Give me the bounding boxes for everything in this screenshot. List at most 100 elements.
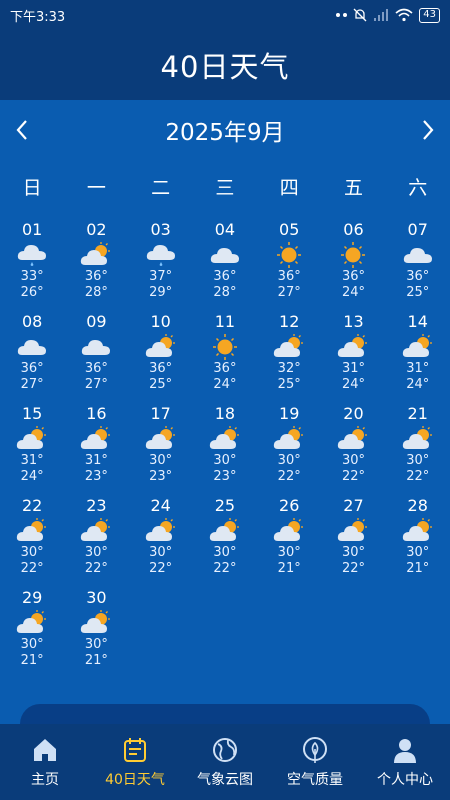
status-bar: 下午3:33 43 [0,0,450,30]
high-temp: 36° [277,269,301,284]
tab-profile[interactable]: 个人中心 [360,724,450,800]
partly-cloudy-icon [273,333,305,361]
chevron-left-icon [16,120,27,140]
day-cell[interactable]: 02 36° 28° [64,220,128,312]
user-icon [394,739,416,763]
high-temp: 32° [277,361,301,376]
day-cell[interactable]: 05 36° 27° [257,220,321,312]
day-number: 30 [86,588,107,607]
partly-cloudy-icon [80,609,112,637]
cloud-icon [80,333,112,361]
cloud-rain-icon [145,241,177,269]
weekday-label: 三 [215,177,235,199]
low-temp: 24° [20,469,44,484]
day-number: 01 [21,220,43,239]
tab-home[interactable]: 主页 [0,724,90,800]
tab-label: 空气质量 [287,772,343,788]
day-number: 23 [86,496,107,515]
day-cell[interactable]: 09 36° 27° [64,312,128,404]
low-temp: 22° [277,469,301,484]
day-number: 02 [86,220,107,239]
day-cell[interactable]: 23 30° 22° [64,496,128,588]
day-cell[interactable]: 26 30° 21° [257,496,321,588]
day-cell[interactable]: 20 30° 22° [321,404,385,496]
sun-icon [273,241,305,269]
weekday-label: 一 [86,177,106,199]
day-cell[interactable]: 07 36° 25° [386,220,450,312]
day-number: 09 [86,312,107,331]
calendar-icon [124,738,146,762]
prev-month-button[interactable] [12,115,32,145]
day-cell[interactable]: 22 30° 22° [0,496,64,588]
high-temp: 30° [84,637,108,652]
tab-label: 主页 [31,772,59,788]
day-cell[interactable]: 04 36° 28° [193,220,257,312]
day-cell[interactable]: 11 36° 24° [193,312,257,404]
high-temp: 36° [149,361,173,376]
day-cell[interactable]: 29 30° 21° [0,588,64,680]
day-cell[interactable]: 28 30° 21° [386,496,450,588]
partly-cloudy-icon [16,425,48,453]
low-temp: 22° [406,469,430,484]
tab-air-quality[interactable]: 空气质量 [270,724,360,800]
day-number: 14 [407,312,428,331]
day-cell[interactable]: 10 36° 25° [129,312,193,404]
tab-satellite-cloud[interactable]: 气象云图 [180,724,270,800]
day-cell[interactable]: 18 30° 23° [193,404,257,496]
day-cell[interactable]: 15 31° 24° [0,404,64,496]
cloud-rain-icon [16,241,48,269]
day-cell[interactable]: 24 30° 22° [129,496,193,588]
day-cell[interactable]: 12 32° 25° [257,312,321,404]
day-number: 17 [150,404,171,423]
day-number: 27 [343,496,364,515]
high-temp: 31° [20,453,44,468]
high-temp: 33° [20,269,44,284]
cloud-icon [209,241,241,269]
partly-cloudy-icon [273,425,305,453]
tab-40-day-weather[interactable]: 40日天气 [90,724,180,800]
day-cell[interactable]: 03 37° 29° [129,220,193,312]
day-number: 05 [279,220,300,239]
sun-icon [209,333,241,361]
day-number: 18 [214,404,236,423]
day-number: 08 [21,312,43,331]
day-cell[interactable]: 17 30° 23° [129,404,193,496]
day-cell[interactable]: 21 30° 22° [386,404,450,496]
low-temp: 22° [20,561,44,576]
day-cell[interactable]: 08 36° 27° [0,312,64,404]
tab-label: 气象云图 [197,772,253,788]
high-temp: 30° [341,453,365,468]
high-temp: 30° [406,545,430,560]
month-navigation: 2025年9月 [0,100,450,160]
high-temp: 31° [84,453,108,468]
mute-bell-icon [353,8,367,22]
chevron-right-icon [423,120,434,140]
day-number: 04 [214,220,236,239]
day-cell[interactable]: 06 36° 24° [321,220,385,312]
high-temp: 30° [20,637,44,652]
day-cell[interactable]: 27 30° 22° [321,496,385,588]
day-number: 13 [343,312,364,331]
weekday-label: 二 [151,177,171,199]
wifi-icon [395,8,413,22]
low-temp: 21° [277,561,301,576]
day-cell[interactable]: 30 30° 21° [64,588,128,680]
weekday-label: 五 [343,177,363,199]
weekday-label: 日 [22,177,42,199]
partly-cloudy-icon [145,425,177,453]
next-month-button[interactable] [418,115,438,145]
day-cell[interactable]: 16 31° 23° [64,404,128,496]
day-cell[interactable]: 14 31° 24° [386,312,450,404]
day-number: 07 [407,220,428,239]
low-temp: 21° [406,561,430,576]
partly-cloudy-icon [209,517,241,545]
low-temp: 24° [341,377,365,392]
day-number: 03 [150,220,171,239]
day-number: 20 [343,404,364,423]
high-temp: 36° [84,269,108,284]
day-cell[interactable]: 19 30° 22° [257,404,321,496]
day-number: 19 [279,404,300,423]
day-cell[interactable]: 13 31° 24° [321,312,385,404]
day-cell[interactable]: 01 33° 26° [0,220,64,312]
day-cell[interactable]: 25 30° 22° [193,496,257,588]
